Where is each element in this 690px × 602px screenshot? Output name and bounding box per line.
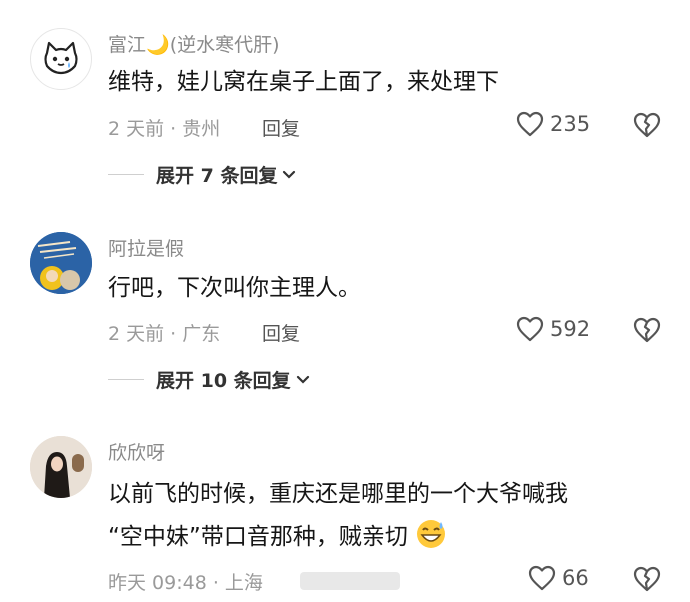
like-button[interactable]: 592 bbox=[516, 316, 590, 342]
broken-heart-icon bbox=[633, 317, 661, 343]
like-button[interactable]: 235 bbox=[516, 111, 590, 137]
divider bbox=[108, 379, 144, 380]
avatar[interactable] bbox=[30, 436, 92, 498]
dislike-button[interactable] bbox=[633, 566, 661, 596]
like-count: 592 bbox=[550, 317, 591, 341]
dislike-button[interactable] bbox=[633, 317, 661, 347]
heart-outline-icon bbox=[516, 316, 544, 342]
grinning-sweat-emoji-icon bbox=[417, 520, 446, 548]
heart-outline-icon bbox=[516, 111, 544, 137]
like-count: 235 bbox=[550, 112, 591, 136]
like-count: 66 bbox=[562, 566, 589, 590]
comment-meta: 昨天 09:48 · 上海 bbox=[108, 572, 263, 594]
heart-outline-icon bbox=[528, 565, 556, 591]
avatar-image bbox=[30, 232, 92, 294]
comment-meta: 2 天前 · 贵州 bbox=[108, 118, 221, 140]
cat-face-icon bbox=[44, 41, 78, 75]
expand-replies-button[interactable]: 展开 7 条回复 bbox=[108, 161, 297, 188]
comment-text-line-1: 以前飞的时候，重庆还是哪里的一个大爷喊我 bbox=[108, 481, 568, 507]
comment-text: 维特，娃儿窝在桌子上面了，来处理下 bbox=[108, 69, 499, 95]
username-text: 富江 bbox=[108, 34, 147, 56]
comment-meta: 2 天前 · 广东 bbox=[108, 323, 221, 345]
expand-replies-label: 展开 7 条回复 bbox=[156, 165, 278, 187]
like-button[interactable]: 66 bbox=[516, 565, 589, 591]
chevron-down-icon bbox=[296, 375, 309, 384]
avatar[interactable] bbox=[30, 232, 92, 294]
dislike-button[interactable] bbox=[633, 112, 661, 142]
divider bbox=[108, 174, 144, 175]
username-suffix: (逆水寒代肝) bbox=[169, 34, 280, 56]
comment-text-line-2: “空中妹”带口音那种，贼亲切 bbox=[108, 518, 447, 555]
reply-button[interactable]: 回复 bbox=[262, 319, 300, 346]
expand-replies-label: 展开 10 条回复 bbox=[156, 370, 291, 392]
username[interactable]: 富江🌙(逆水寒代肝) bbox=[108, 30, 280, 57]
crescent-moon-icon: 🌙 bbox=[146, 34, 170, 56]
comment-text: “空中妹”带口音那种，贼亲切 bbox=[108, 524, 408, 550]
broken-heart-icon bbox=[633, 566, 661, 592]
broken-heart-icon bbox=[633, 112, 661, 138]
blurred-text bbox=[300, 572, 400, 590]
avatar-image bbox=[30, 436, 92, 498]
comment-text: 行吧，下次叫你主理人。 bbox=[108, 275, 361, 301]
avatar[interactable] bbox=[30, 28, 92, 90]
username[interactable]: 阿拉是假 bbox=[108, 234, 184, 261]
reply-button[interactable]: 回复 bbox=[262, 114, 300, 141]
username[interactable]: 欣欣呀 bbox=[108, 438, 165, 465]
expand-replies-button[interactable]: 展开 10 条回复 bbox=[108, 366, 311, 393]
chevron-down-icon bbox=[283, 170, 296, 179]
